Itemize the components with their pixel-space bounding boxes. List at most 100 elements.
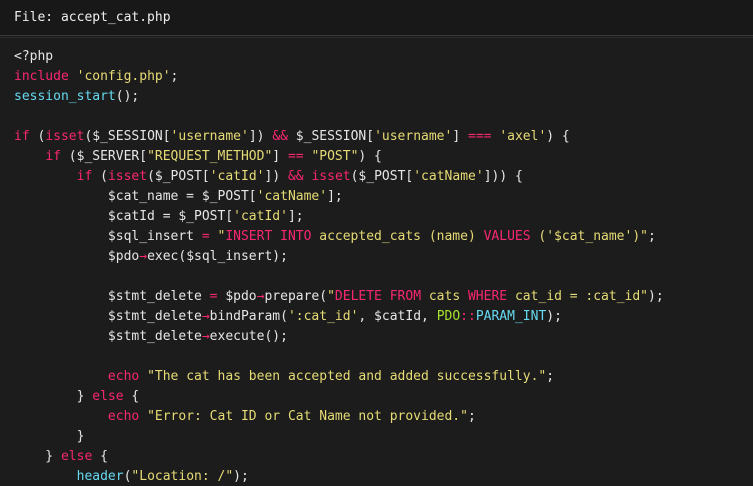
code-token: echo [107, 369, 140, 384]
code-token: else [60, 449, 93, 464]
code-token: 'username' [170, 129, 249, 144]
code-token: ('$cat_name')" [530, 229, 648, 244]
code-token: , $catId, [358, 309, 437, 324]
code-token: accepted_cats (name) [311, 229, 484, 244]
code-line: $catId = $_POST['catId']; [14, 207, 753, 227]
code-line: } [14, 427, 753, 447]
code-token: ; [170, 69, 179, 84]
code-token: $sql_insert [14, 229, 202, 244]
code-token: } [14, 449, 61, 464]
code-viewer: File: accept_cat.php <?php include 'confi… [0, 0, 753, 486]
file-label: File: [14, 10, 54, 25]
code-token: $cat_name = $_POST[ [14, 189, 257, 204]
code-token: ) { [358, 149, 382, 164]
code-token: "The cat has been accepted and added suc… [147, 369, 547, 384]
code-token: if [45, 149, 61, 164]
code-line: $cat_name = $_POST['catName']; [14, 187, 753, 207]
code-line: if ($_SERVER["REQUEST_METHOD"] == "POST"… [14, 147, 753, 167]
code-token: cat_id = :cat_id" [507, 289, 649, 304]
code-token: ); [546, 309, 562, 324]
code-line: } else { [14, 387, 753, 407]
code-token: ($_SERVER[ [60, 149, 148, 164]
code-token: ]; [327, 189, 343, 204]
code-token: " [327, 289, 335, 304]
code-token: bindParam( [209, 309, 288, 324]
file-name: accept_cat.php [60, 10, 171, 25]
code-token: $stmt_delete [14, 289, 210, 304]
code-token: == [287, 149, 304, 164]
code-line: if (isset($_SESSION['username']) && $_SE… [14, 127, 753, 147]
code-token: 'axel' [499, 129, 547, 144]
code-token: 'username' [374, 129, 453, 144]
code-token: ; [467, 409, 476, 424]
code-token: isset [107, 169, 148, 184]
code-token: 'catName' [413, 169, 484, 184]
code-token: ])) { [483, 169, 523, 184]
code-line: if (isset($_POST['catId']) && isset($_PO… [14, 167, 753, 187]
code-token: ; [546, 369, 555, 384]
code-token: VALUES [483, 229, 531, 244]
code-token: else [92, 389, 124, 404]
code-token: = [201, 229, 210, 244]
code-token: ]; [287, 209, 304, 224]
code-token: } [14, 429, 85, 444]
code-token: { [92, 449, 108, 464]
code-block: <?php include 'config.php'; session_start(… [0, 38, 753, 486]
code-line: echo "Error: Cat ID or Cat Name not prov… [14, 407, 753, 427]
code-token: ($_SESSION[ [84, 129, 171, 144]
code-token: && [272, 129, 288, 144]
code-token: if [14, 129, 30, 144]
code-line: header("Location: /"); [14, 467, 753, 486]
code-token: $stmt_delete [14, 309, 202, 324]
code-token: isset [45, 129, 85, 144]
code-line: echo "The cat has been accepted and adde… [14, 367, 753, 387]
code-token: "Location: /" [131, 469, 234, 484]
code-token: PARAM_INT [475, 309, 547, 324]
code-token: ]) [248, 129, 273, 144]
code-token: echo [107, 409, 140, 424]
code-token: 'catId' [233, 209, 288, 224]
code-line: $pdo→exec($sql_insert); [14, 247, 753, 267]
code-token: ($_POST[ [147, 169, 210, 184]
code-token: ($_POST[ [350, 169, 414, 184]
code-token: $_SESSION[ [287, 129, 375, 144]
code-line: } else { [14, 447, 753, 467]
code-line: <?php [14, 47, 753, 67]
code-token: INSERT INTO [225, 229, 312, 244]
code-line: $sql_insert = "INSERT INTO accepted_cats… [14, 227, 753, 247]
code-line: $stmt_delete→execute(); [14, 327, 753, 347]
code-token: → [139, 249, 148, 264]
code-token: ; [647, 229, 656, 244]
code-token: = [209, 289, 218, 304]
code-line: $stmt_delete→bindParam(':cat_id', $catId… [14, 307, 753, 327]
code-line: include 'config.php'; [14, 67, 753, 87]
code-token: === [468, 129, 492, 144]
code-token: PDO [436, 309, 461, 324]
code-token: ]) [264, 169, 288, 184]
code-token: (); [115, 89, 140, 104]
code-token: :: [460, 309, 476, 324]
code-token: "REQUEST_METHOD" [147, 149, 273, 164]
code-token: ':cat_id' [287, 309, 359, 324]
code-token: isset [311, 169, 351, 184]
code-token: 'catName' [256, 189, 328, 204]
code-token: ); [648, 289, 664, 304]
file-header: File: accept_cat.php [0, 0, 753, 36]
code-token: include [14, 69, 69, 84]
code-token: execute(); [209, 329, 288, 344]
code-token: → [201, 309, 210, 324]
code-area[interactable]: <?php include 'config.php'; session_start(… [0, 37, 753, 486]
code-token: ] [272, 149, 288, 164]
code-token: DELETE FROM [334, 289, 422, 304]
code-token: <?php [14, 49, 54, 64]
code-token: → [201, 329, 210, 344]
code-token: $catId = $_POST[ [14, 209, 234, 224]
